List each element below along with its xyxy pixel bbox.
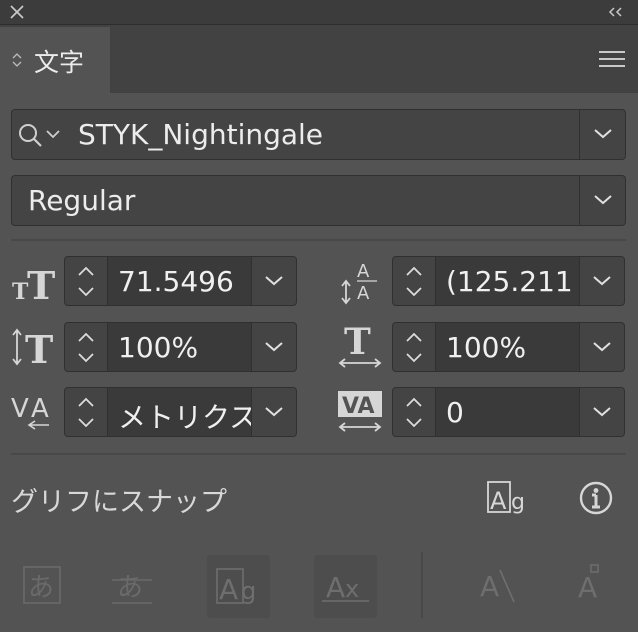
svg-text:A: A <box>326 571 345 604</box>
svg-text:A: A <box>219 573 238 606</box>
kerning-dropdown[interactable] <box>251 387 297 437</box>
kerning-icon: V A <box>11 394 49 430</box>
font-size-stepper[interactable] <box>64 256 108 306</box>
search-icon[interactable] <box>17 122 67 148</box>
leading-icon: A A <box>341 261 377 305</box>
font-size-icon: T T <box>12 263 55 303</box>
x-height-snap-icon[interactable]: あ <box>111 566 153 606</box>
horizontal-scale-stepper[interactable] <box>392 322 436 372</box>
svg-text:V: V <box>11 394 29 424</box>
tracking-dropdown[interactable] <box>579 387 625 437</box>
proximity-guides-icon: A x <box>322 571 369 604</box>
font-size-field[interactable]: 71.5496 <box>64 256 297 306</box>
chevron-down-icon <box>265 342 283 352</box>
svg-text:A: A <box>490 487 507 515</box>
svg-text:A: A <box>357 283 370 304</box>
svg-text:T: T <box>27 263 55 303</box>
divider <box>11 453 626 455</box>
glyph-bounds-snap-button[interactable]: A g <box>207 555 270 618</box>
info-icon[interactable] <box>578 480 614 516</box>
chevron-down-icon <box>593 342 611 352</box>
kerning-field[interactable]: メトリクス <box>64 387 297 437</box>
close-icon[interactable] <box>7 2 27 22</box>
svg-text:g: g <box>511 490 525 515</box>
tracking-stepper[interactable] <box>392 387 436 437</box>
svg-text:A: A <box>578 571 597 604</box>
leading-stepper[interactable] <box>392 256 436 306</box>
chevron-down-icon <box>265 407 283 417</box>
tracking-icon: VA <box>338 391 382 432</box>
svg-text:T: T <box>25 327 53 369</box>
glyph-bounds-icon[interactable]: A g <box>486 480 532 518</box>
vertical-scale-icon: T <box>12 327 53 369</box>
vertical-scale-input[interactable]: 100% <box>107 322 252 372</box>
divider <box>421 552 423 618</box>
anchor-point-icon[interactable]: A <box>574 563 614 605</box>
divider <box>11 239 626 241</box>
vertical-scale-dropdown[interactable] <box>251 322 297 372</box>
svg-text:A: A <box>480 570 499 603</box>
leading-dropdown[interactable] <box>579 256 625 306</box>
tab-updown-icon <box>12 53 22 67</box>
svg-text:g: g <box>241 577 256 605</box>
leading-field[interactable]: (125.211 <box>392 256 625 306</box>
kerning-input[interactable]: メトリクス <box>107 387 252 437</box>
svg-text:x: x <box>345 575 359 603</box>
glyph-bounds-snap-icon: A g <box>216 568 256 606</box>
proximity-guides-button[interactable]: A x <box>314 555 377 618</box>
baseline-snap-icon[interactable]: あ <box>23 566 61 604</box>
tab-label: 文字 <box>34 48 85 77</box>
vertical-scale-field[interactable]: 100% <box>64 322 297 372</box>
chevron-down-icon <box>265 276 283 286</box>
double-chevron-left-icon[interactable] <box>606 2 626 22</box>
font-size-dropdown[interactable] <box>251 256 297 306</box>
tracking-input[interactable]: 0 <box>435 387 580 437</box>
svg-text:VA: VA <box>342 394 375 419</box>
horizontal-scale-dropdown[interactable] <box>579 322 625 372</box>
horizontal-scale-field[interactable]: 100% <box>392 322 625 372</box>
svg-text:A: A <box>31 394 49 424</box>
leading-input[interactable]: (125.211 <box>435 256 580 306</box>
chevron-down-icon[interactable] <box>590 126 616 142</box>
font-style-value: Regular <box>28 184 136 217</box>
horizontal-scale-icon: T <box>338 322 382 368</box>
tracking-field[interactable]: 0 <box>392 387 625 437</box>
chevron-down-icon[interactable] <box>590 192 616 208</box>
font-size-input[interactable]: 71.5496 <box>107 256 252 306</box>
svg-text:あ: あ <box>117 573 143 603</box>
svg-text:あ: あ <box>28 573 54 603</box>
snap-to-glyph-label: グリフにスナップ <box>11 487 227 518</box>
panel-title-bar <box>0 0 638 25</box>
svg-text:T: T <box>344 322 371 363</box>
kerning-stepper[interactable] <box>64 387 108 437</box>
chevron-down-icon <box>593 407 611 417</box>
chevron-down-icon <box>593 276 611 286</box>
hamburger-menu-icon[interactable] <box>598 49 626 69</box>
vertical-scale-stepper[interactable] <box>64 322 108 372</box>
horizontal-scale-input[interactable]: 100% <box>435 322 580 372</box>
angle-guides-icon[interactable]: A <box>478 566 518 606</box>
font-family-value: STYK_Nightingale <box>78 118 324 151</box>
svg-text:A: A <box>357 261 370 282</box>
